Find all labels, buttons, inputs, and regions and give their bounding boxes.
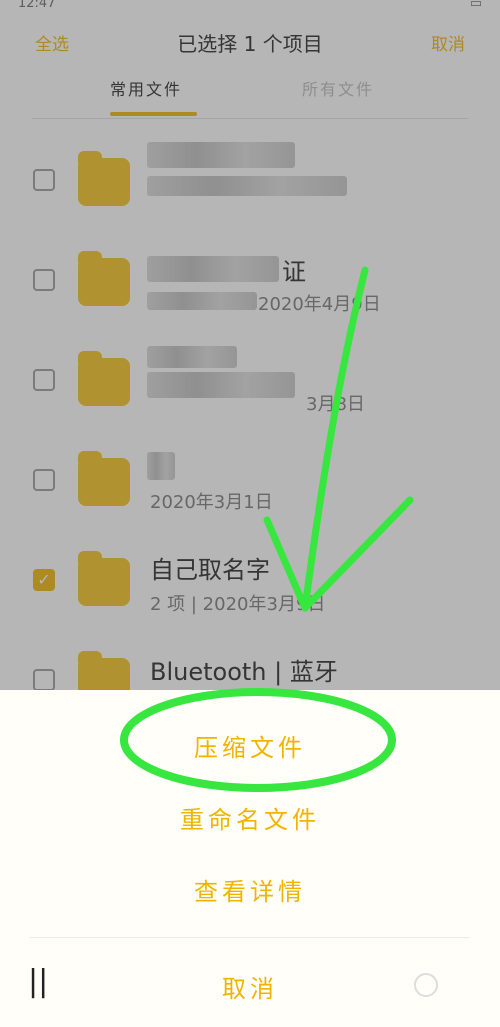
view-details-button[interactable]: 查看详情 xyxy=(0,872,500,907)
nav-back-icon[interactable]: || xyxy=(28,967,56,997)
rename-file-button[interactable]: 重命名文件 xyxy=(0,800,500,835)
dim-overlay[interactable] xyxy=(0,0,500,690)
file-manager-page: 12:47 ▭ 全选 已选择 1 个项目 取消 常用文件 所有文件 证 2020… xyxy=(0,0,500,1027)
sheet-divider xyxy=(30,937,470,938)
action-sheet: 压缩文件 重命名文件 查看详情 取消 || xyxy=(0,690,500,1027)
nav-home-icon[interactable] xyxy=(414,973,438,997)
compress-file-button[interactable]: 压缩文件 xyxy=(0,728,500,763)
